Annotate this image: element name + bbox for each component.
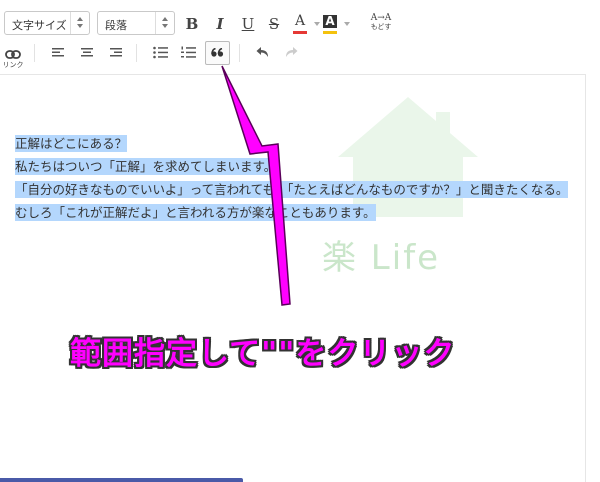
undo-icon[interactable] xyxy=(256,46,270,58)
paragraph-select[interactable]: 段落 xyxy=(97,11,175,35)
text-color-button[interactable]: A xyxy=(292,13,308,35)
toolbar-separator xyxy=(239,44,240,62)
bold-button[interactable]: B xyxy=(184,15,200,33)
text-color-dropdown-icon[interactable] xyxy=(314,22,320,26)
editor-toolbar: 文字サイズ 段落 B I U S A A A→A もどす リンク xyxy=(0,0,600,74)
blockquote-button[interactable] xyxy=(205,41,230,65)
font-size-select-label: 文字サイズ xyxy=(12,19,67,32)
align-center-icon[interactable] xyxy=(80,47,94,59)
bg-color-bar xyxy=(323,31,337,34)
bg-color-dropdown-icon[interactable] xyxy=(344,22,350,26)
quote-icon xyxy=(211,48,224,57)
bg-color-icon: A xyxy=(323,15,337,28)
editor-text[interactable]: 正解はどこにある？ 私たちはついつ「正解」を求めてしまいます。 「自分の好きなも… xyxy=(15,132,581,224)
selected-text-line: 正解はどこにある？ xyxy=(15,135,128,152)
selected-text-line: 「自分の好きなものでいいよ」って言われても、「たとえばどんなものですか？」と聞き… xyxy=(15,181,569,198)
clear-format-icon: A→A xyxy=(370,13,392,23)
underline-button[interactable]: U xyxy=(240,15,256,33)
editor-area[interactable]: 正解はどこにある？ 私たちはついつ「正解」を求めてしまいます。 「自分の好きなも… xyxy=(0,74,586,482)
clear-format-button[interactable]: A→A もどす xyxy=(368,13,394,32)
align-right-icon[interactable] xyxy=(108,47,122,59)
strikethrough-button[interactable]: S xyxy=(266,15,282,33)
font-size-select[interactable]: 文字サイズ xyxy=(4,11,90,35)
link-button[interactable]: リンク xyxy=(2,44,24,69)
font-size-spinner-icon xyxy=(70,12,89,34)
link-label: リンク xyxy=(2,61,24,69)
selected-text-line: むしろ「これが正解だよ」と言われる方が楽なこともあります。 xyxy=(15,204,376,221)
paragraph-spinner-icon xyxy=(155,12,174,34)
align-left-icon[interactable] xyxy=(52,47,66,59)
text-color-bar xyxy=(293,31,307,34)
watermark-logo-text: 楽 Life xyxy=(322,238,441,278)
redo-icon[interactable] xyxy=(284,46,298,58)
link-icon xyxy=(5,50,21,59)
toolbar-separator xyxy=(136,44,137,62)
toolbar-separator xyxy=(34,44,35,62)
numbered-list-icon[interactable] xyxy=(181,46,196,59)
italic-button[interactable]: I xyxy=(212,15,228,33)
bg-color-button[interactable]: A xyxy=(322,13,338,35)
paragraph-select-label: 段落 xyxy=(105,19,127,32)
clear-format-label: もどす xyxy=(370,23,392,31)
selected-text-line: 私たちはついつ「正解」を求めてしまいます。 xyxy=(15,158,277,175)
bullet-list-icon[interactable] xyxy=(153,46,168,59)
text-color-icon: A xyxy=(294,13,306,29)
annotation-caption: 範囲指定して""をクリック xyxy=(70,336,456,372)
horizontal-scrollbar[interactable] xyxy=(0,478,243,482)
